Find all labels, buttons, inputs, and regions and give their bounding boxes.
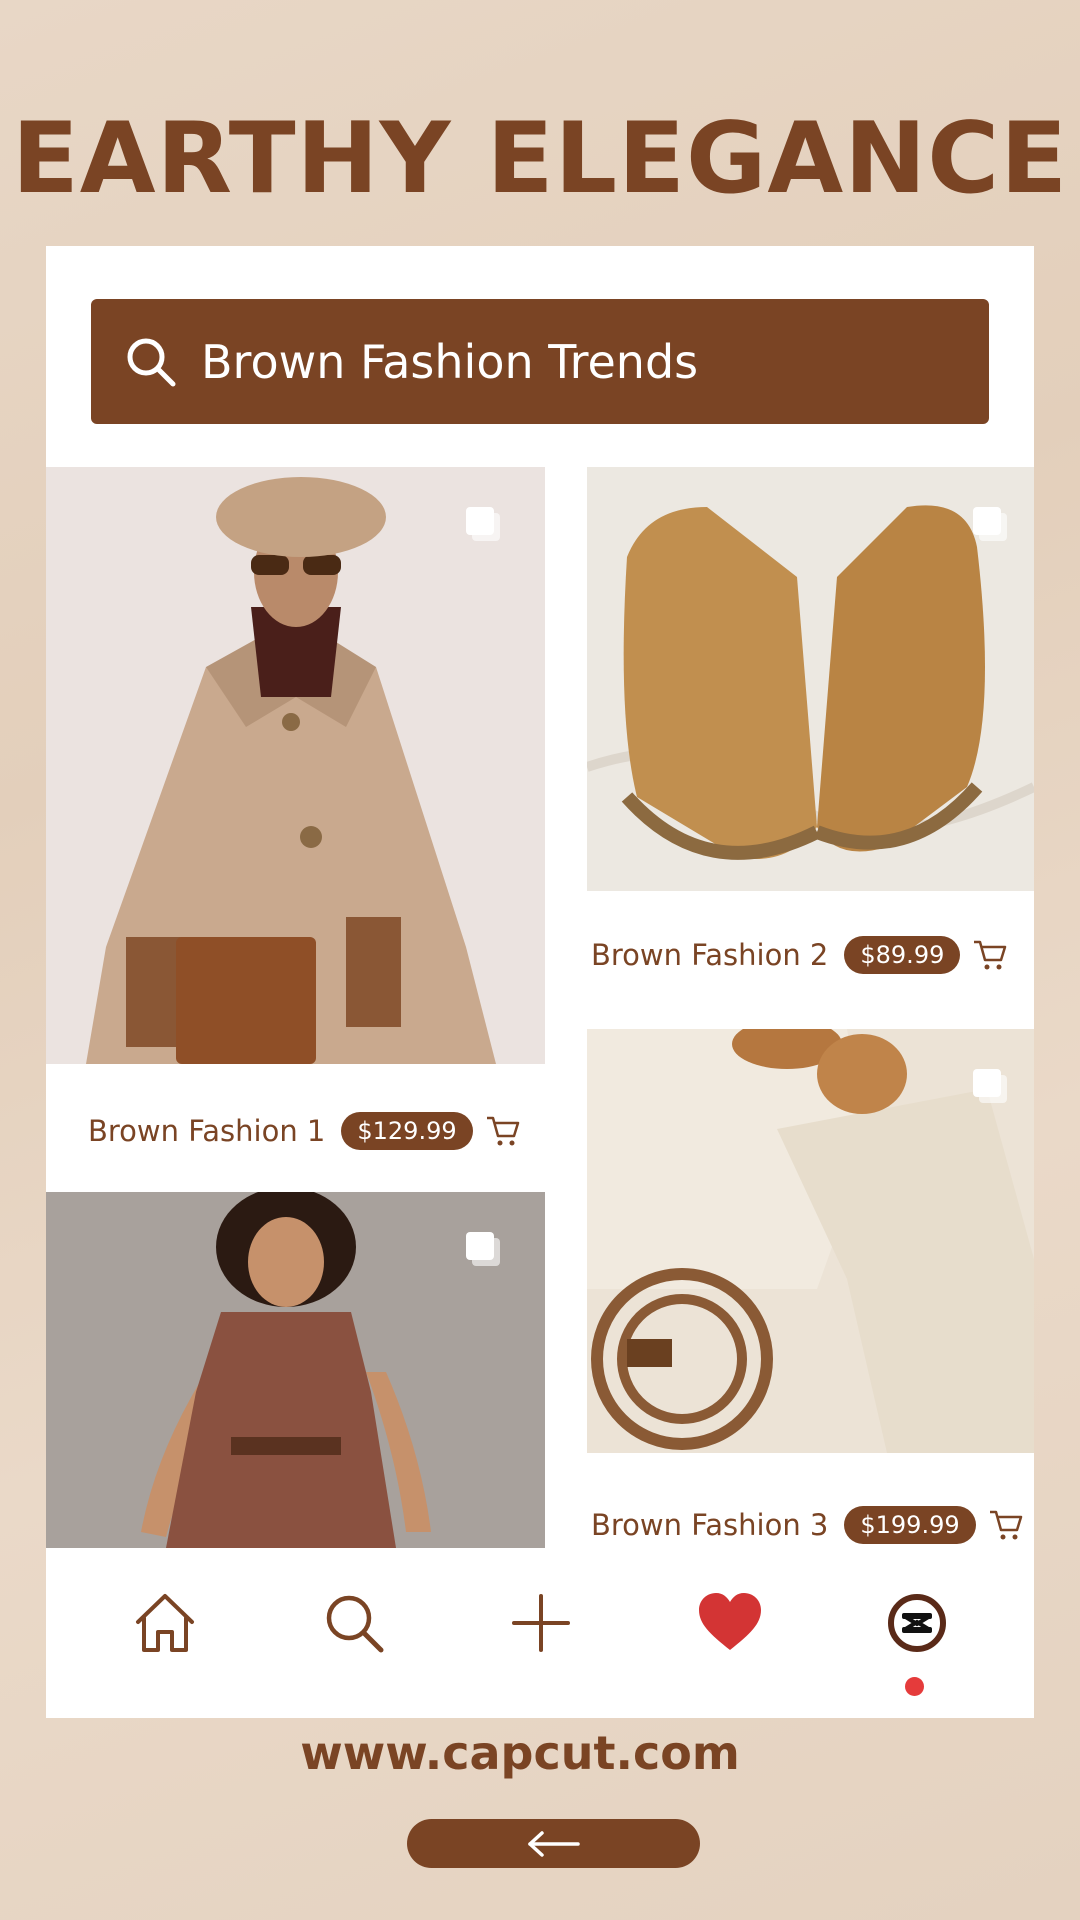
multiple-images-icon bbox=[466, 507, 500, 541]
arrow-left-icon bbox=[527, 1830, 580, 1857]
photo-woman-cape bbox=[46, 467, 545, 1064]
page-headline: EARTHY ELEGANCE bbox=[11, 102, 1069, 216]
heart-icon[interactable] bbox=[695, 1588, 765, 1658]
search-icon[interactable] bbox=[319, 1588, 389, 1658]
search-query-text: Brown Fashion Trends bbox=[201, 334, 699, 389]
capcut-logo-icon[interactable] bbox=[882, 1588, 952, 1658]
product-image-3[interactable] bbox=[587, 1029, 1034, 1453]
website-url[interactable]: www.capcut.com bbox=[0, 1726, 1040, 1780]
product-caption-1: Brown Fashion 1 $129.99 bbox=[88, 1112, 521, 1150]
multiple-images-icon bbox=[973, 507, 1007, 541]
plus-icon[interactable] bbox=[506, 1588, 576, 1658]
search-icon bbox=[127, 338, 176, 386]
product-name[interactable]: Brown Fashion 1 bbox=[88, 1114, 325, 1148]
home-icon[interactable] bbox=[130, 1588, 200, 1658]
product-caption-2: Brown Fashion 2 $89.99 bbox=[591, 936, 1008, 974]
product-image-4[interactable] bbox=[46, 1192, 545, 1548]
product-image-2[interactable] bbox=[587, 467, 1034, 891]
multiple-images-icon bbox=[466, 1232, 500, 1266]
search-bar[interactable]: Brown Fashion Trends bbox=[91, 299, 989, 424]
product-name[interactable]: Brown Fashion 2 bbox=[591, 938, 828, 972]
product-caption-3: Brown Fashion 3 $199.99 bbox=[591, 1506, 1024, 1544]
price-badge: $129.99 bbox=[341, 1112, 473, 1150]
product-image-1[interactable] bbox=[46, 467, 545, 1064]
notification-dot bbox=[905, 1677, 924, 1696]
product-name[interactable]: Brown Fashion 3 bbox=[591, 1508, 828, 1542]
cart-icon[interactable] bbox=[485, 1114, 521, 1148]
price-badge: $199.99 bbox=[844, 1506, 976, 1544]
back-button[interactable] bbox=[407, 1819, 700, 1868]
photo-boots bbox=[587, 467, 1034, 891]
bottom-navbar bbox=[46, 1548, 1034, 1718]
cart-icon[interactable] bbox=[988, 1508, 1024, 1542]
price-badge: $89.99 bbox=[844, 936, 961, 974]
photo-flatlay bbox=[587, 1029, 1034, 1453]
multiple-images-icon bbox=[973, 1069, 1007, 1103]
app-screen-card: Brown Fashion Trends Brown Fashion 1 $12… bbox=[46, 246, 1034, 1718]
cart-icon[interactable] bbox=[972, 938, 1008, 972]
